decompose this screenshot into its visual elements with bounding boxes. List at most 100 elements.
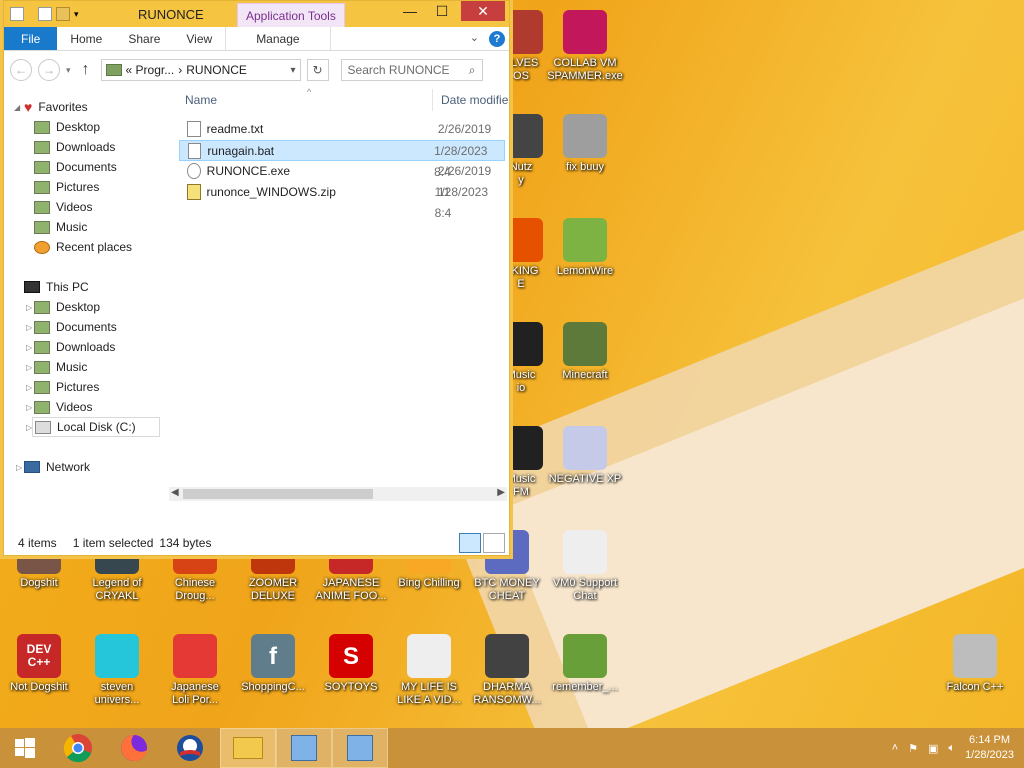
help-icon[interactable]: ?: [489, 31, 505, 47]
maximize-button[interactable]: ☐: [427, 1, 457, 21]
recent-locations-icon[interactable]: ▾: [66, 65, 71, 76]
desktop-icon-japanese-loli-por[interactable]: Japanese Loli Por...: [156, 634, 234, 707]
show-hidden-icons-icon[interactable]: ˄: [892, 742, 898, 754]
back-button[interactable]: ←: [10, 59, 32, 81]
nav-pc-item[interactable]: Pictures: [34, 377, 99, 397]
desktop-icon-minecraft[interactable]: Minecraft: [546, 322, 624, 382]
nav-favorite-item[interactable]: Videos: [34, 197, 92, 217]
up-button[interactable]: ↑: [77, 61, 95, 79]
nav-item-label: Desktop: [56, 120, 101, 134]
large-icons-view-button[interactable]: [483, 533, 505, 553]
vm-app-taskbar-button[interactable]: [276, 728, 332, 768]
breadcrumb-prefix[interactable]: « Progr...: [126, 63, 175, 77]
desktop-icon-dharma-ransomw[interactable]: DHARMA RANSOMW...: [468, 634, 546, 707]
desktop-icon-label: fix buuy: [566, 161, 604, 173]
title-bar[interactable]: ▾ RUNONCE Application Tools — ☐ ✕: [4, 1, 509, 27]
nav-pc-item[interactable]: Videos: [34, 397, 92, 417]
desktop-icon-my-life-is-like-a-vid[interactable]: MY LIFE IS LIKE A VID...: [390, 634, 468, 707]
desktop-icon-soytoys[interactable]: S SOYTOYS: [312, 634, 390, 694]
minimize-button[interactable]: —: [395, 1, 425, 21]
nav-favorite-item[interactable]: Documents: [34, 157, 117, 177]
file-explorer-taskbar-button[interactable]: [220, 728, 276, 768]
main-content: ◢ ♥ Favorites Desktop Downloads Documents P…: [4, 87, 509, 531]
nav-favorite-item[interactable]: Music: [34, 217, 87, 237]
action-center-flag-icon[interactable]: ⚑: [908, 742, 918, 755]
obama-logo-taskbar-button[interactable]: [162, 728, 218, 768]
expand-arrow-icon[interactable]: ▷: [26, 383, 32, 392]
window-icon[interactable]: [10, 7, 24, 21]
tab-view[interactable]: View: [173, 27, 225, 50]
firefox-taskbar-button[interactable]: [106, 728, 162, 768]
search-icon[interactable]: ⌕: [469, 63, 476, 78]
desktop-icon: [34, 300, 50, 314]
column-header-date[interactable]: Date modifie: [441, 93, 508, 107]
desktop-icon-fix-buuy[interactable]: fix buuy: [546, 114, 624, 174]
desktop-icon-collab-vm-spammer[interactable]: COLLAB VM SPAMMER.exe: [546, 10, 624, 83]
close-button[interactable]: ✕: [461, 1, 505, 21]
expand-ribbon-icon[interactable]: ⌄: [470, 31, 479, 44]
scroll-left-icon[interactable]: ◀: [171, 487, 179, 498]
address-dropdown-icon[interactable]: ▾: [291, 65, 296, 76]
expand-arrow-icon[interactable]: ▷: [26, 343, 32, 352]
collapse-arrow-icon[interactable]: ◢: [14, 103, 20, 112]
nav-pc-item[interactable]: Music: [34, 357, 87, 377]
nav-favorite-item[interactable]: Recent places: [34, 237, 132, 257]
expand-arrow-icon[interactable]: ▷: [26, 363, 32, 372]
nav-item-label: Pictures: [56, 380, 100, 394]
forward-button[interactable]: →: [38, 59, 60, 81]
tab-file[interactable]: File: [4, 27, 58, 50]
tab-share[interactable]: Share: [115, 27, 173, 50]
file-row[interactable]: RUNONCE.exe 2/26/2019 11: [179, 161, 505, 199]
nav-this-pc[interactable]: This PC: [24, 277, 89, 297]
nav-favorites[interactable]: ♥ Favorites: [24, 97, 88, 117]
desktop-icon-lemonwire[interactable]: LemonWire: [546, 218, 624, 278]
refresh-button[interactable]: ↻: [306, 59, 329, 81]
file-row[interactable]: runagain.bat 1/28/2023 8:4: [179, 140, 505, 179]
expand-arrow-icon[interactable]: ▷: [16, 463, 22, 472]
details-view-button[interactable]: [459, 533, 481, 553]
column-divider[interactable]: [432, 89, 433, 111]
volume-icon[interactable]: 🔈︎: [948, 742, 955, 755]
desktop-icon-shoppingc[interactable]: f ShoppingC...: [234, 634, 312, 694]
address-bar[interactable]: « Progr... › RUNONCE ▾: [100, 59, 301, 81]
file-row[interactable]: runonce_WINDOWS.zip 1/28/2023 8:4: [179, 182, 505, 220]
nav-favorite-item[interactable]: Pictures: [34, 177, 99, 197]
column-header-name[interactable]: Name: [185, 93, 217, 107]
file-row[interactable]: readme.txt 2/26/2019 11: [179, 119, 505, 157]
new-folder-icon[interactable]: [56, 7, 70, 21]
nav-pc-item[interactable]: Local Disk (C:): [32, 417, 160, 437]
customize-toolbar-icon[interactable]: ▾: [74, 7, 88, 21]
desktop-icon-label: JAPANESE ANIME FOO...: [315, 577, 387, 602]
breadcrumb-current[interactable]: RUNONCE: [186, 63, 247, 77]
desktop-icon-falcon-cpp[interactable]: Falcon C++: [936, 634, 1014, 694]
horizontal-scrollbar[interactable]: ◀ ▶: [169, 487, 507, 501]
properties-icon[interactable]: [38, 7, 52, 21]
tab-home[interactable]: Home: [57, 27, 115, 50]
clock-time: 6:14 PM: [969, 734, 1011, 746]
nav-pc-item[interactable]: Downloads: [34, 337, 115, 357]
nav-pc-item[interactable]: Documents: [34, 317, 117, 337]
expand-arrow-icon[interactable]: ▷: [26, 303, 32, 312]
desktop-icon-steven-univers[interactable]: steven univers...: [78, 634, 156, 707]
nav-pc-item[interactable]: Desktop: [34, 297, 100, 317]
nav-network[interactable]: Network: [24, 457, 90, 477]
vm-app-taskbar-button-2[interactable]: [332, 728, 388, 768]
scroll-right-icon[interactable]: ▶: [497, 487, 505, 498]
nav-favorite-item[interactable]: Desktop: [34, 117, 100, 137]
nav-favorite-item[interactable]: Downloads: [34, 137, 115, 157]
clock[interactable]: 6:14 PM 1/28/2023: [965, 733, 1014, 763]
desktop-icon-vm0-support-chat[interactable]: VM0 Support Chat: [546, 530, 624, 603]
breadcrumb-separator[interactable]: ›: [178, 63, 182, 77]
chrome-taskbar-button[interactable]: [50, 728, 106, 768]
scrollbar-thumb[interactable]: [183, 489, 373, 499]
search-input[interactable]: Search RUNONCE ⌕: [340, 59, 483, 81]
desktop-icon-remember[interactable]: remember_...: [546, 634, 624, 694]
explorer-window: ▾ RUNONCE Application Tools — ☐ ✕ File H…: [3, 0, 510, 556]
start-button[interactable]: [0, 728, 50, 768]
tab-manage[interactable]: Manage: [225, 27, 331, 50]
expand-arrow-icon[interactable]: ▷: [26, 403, 32, 412]
desktop-icon-negative-xp[interactable]: NEGATIVE XP: [546, 426, 624, 486]
desktop-icon-not-dogshit[interactable]: DEV C++ Not Dogshit: [0, 634, 78, 694]
network-tray-icon[interactable]: ▣: [928, 742, 938, 755]
expand-arrow-icon[interactable]: ▷: [26, 323, 32, 332]
